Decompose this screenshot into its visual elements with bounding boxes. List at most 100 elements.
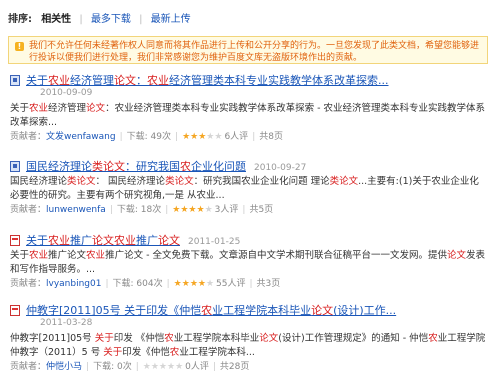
rating-stars: ★★★★★	[182, 131, 222, 144]
star-icon: ★	[204, 205, 213, 215]
snippet-segment: 农业	[29, 250, 49, 261]
sort-newest[interactable]: 最新上传	[151, 14, 191, 25]
snippet-segment: 经济管理	[48, 103, 87, 114]
sort-relevance[interactable]: 相关性	[41, 14, 71, 25]
result-date: 2011-01-25	[188, 237, 241, 247]
result-snippet: 仲教字[2011]05号 关于印发 《仲恺农业工程学院本科毕业论文(设计)工作管…	[10, 332, 488, 360]
title-segment: 农	[180, 160, 191, 173]
meta-separator: |	[249, 279, 253, 289]
title-segment: ：研究我国	[125, 160, 180, 173]
title-segment: 仲教字[2011]05号 关于印发《仲恺	[26, 304, 202, 317]
snippet-segment: 关于	[103, 347, 123, 358]
snippet-segment: 推广论文	[48, 250, 87, 261]
title-segment: 农业	[114, 234, 136, 247]
meta-separator: |	[86, 362, 90, 372]
title-segment: 论文	[114, 74, 136, 87]
sort-most-downloads[interactable]: 最多下载	[91, 14, 131, 25]
result-title-link[interactable]: 国民经济理论类论文：研究我国农企业化问题	[26, 160, 246, 173]
title-segment: 论文	[158, 234, 180, 247]
result-date: 2010-09-27	[254, 163, 307, 173]
rating-count: 3人评	[214, 205, 239, 215]
warning-icon: !	[15, 42, 24, 51]
sort-bar: 排序: 相关性 | 最多下载 | 最新上传	[8, 13, 191, 27]
uploader-link[interactable]: 仲恺小马	[46, 362, 82, 372]
uploader-label: 贡献者：	[10, 362, 47, 372]
snippet-segment: 业工程学院本科...	[179, 347, 255, 358]
snippet-segment: (设计)工作管理规定》的通知 - 仲恺	[278, 333, 429, 344]
copyright-notice: ! 我们不允许任何未经著作权人同意而将其作品进行上传和公开分享的行为。一旦您发现…	[8, 36, 488, 64]
search-result: 仲教字[2011]05号 关于印发《仲恺农业工程学院本科毕业论文(设计)工作..…	[10, 304, 490, 374]
star-icon: ★	[196, 205, 205, 215]
rating-count: 55人评	[216, 279, 246, 289]
star-icon: ★	[182, 132, 191, 142]
title-segment: 论文	[311, 304, 334, 317]
uploader-link[interactable]: lunwenwenfa	[46, 205, 106, 215]
title-segment: 农业	[48, 234, 70, 247]
star-icon: ★	[205, 279, 215, 289]
snippet-segment: 论文	[86, 103, 106, 114]
meta-separator: |	[252, 132, 256, 142]
page-count: 共3页	[256, 279, 281, 289]
result-title-link[interactable]: 关于农业推广论文农业推广论文	[26, 234, 180, 247]
snippet-segment: 农	[428, 333, 438, 344]
result-title-link[interactable]: 关于农业经济管理论文：农业经济管理类本科专业实践教学体系改革探索...	[26, 74, 389, 87]
rating-count: 6人评	[224, 132, 249, 142]
title-segment: 农业	[147, 74, 169, 87]
sort-separator: |	[139, 14, 143, 25]
star-icon: ★	[190, 132, 199, 142]
snippet-segment: 关于	[10, 103, 30, 114]
snippet-segment: 国民经济理论	[10, 176, 68, 187]
uploader-link[interactable]: lvyanbing01	[46, 279, 101, 289]
search-result: 关于农业推广论文农业推广论文 2011-01-25 关于农业推广论文农业推广论文 -…	[10, 234, 490, 291]
rating-stars: ★★★★★	[172, 204, 212, 217]
ppt-file-icon	[10, 75, 20, 86]
meta-separator: |	[212, 362, 216, 372]
snippet-segment: 推广论文 - 全文免费下载。文章源自中文学术期刊联合征稿平台一一文发网。提供	[105, 250, 448, 261]
sort-label: 排序:	[8, 14, 32, 25]
star-icon: ★	[158, 362, 167, 372]
result-snippet: 关于农业经济管理论文：农业经济管理类本科专业实践教学体系改革探索 - 农业经济管…	[10, 102, 488, 130]
title-segment: 类	[92, 160, 103, 173]
snippet-segment: 类论文	[329, 176, 359, 187]
result-title-row: 仲教字[2011]05号 关于印发《仲恺农业工程学院本科毕业论文(设计)工作..…	[10, 304, 490, 330]
snippet-segment: ：研究我国农业企业化问题 理论	[193, 176, 330, 187]
title-segment: 论文	[103, 160, 125, 173]
snippet-segment: 业工程学院本科毕业	[173, 333, 260, 344]
snippet-segment: 印发 《仲恺	[113, 333, 165, 344]
title-segment: 国民经济理论	[26, 160, 92, 173]
result-meta: 贡献者：lunwenwenfa | 下载: 18次 | ★★★★★ 3人评 | 共5页	[10, 204, 490, 217]
result-title-row: 国民经济理论类论文：研究我国农企业化问题 2010-09-27	[10, 160, 490, 173]
title-segment: 论文	[92, 234, 114, 247]
meta-separator: |	[242, 205, 246, 215]
title-segment: (设计)工作...	[333, 304, 397, 317]
star-icon: ★	[189, 279, 198, 289]
meta-separator: |	[109, 205, 113, 215]
snippet-segment: 论文	[259, 333, 279, 344]
meta-separator: |	[175, 132, 179, 142]
uploader-link[interactable]: 文发wenfawang	[46, 132, 116, 142]
download-count: 下载: 18次	[116, 205, 162, 215]
page-count: 共28页	[219, 362, 250, 372]
rating-stars: ★★★★★	[174, 278, 214, 291]
title-segment: 农业	[48, 74, 70, 87]
star-icon: ★	[173, 279, 182, 289]
rating-stars: ★★★★★	[143, 361, 183, 374]
result-snippet: 国民经济理论类论文： 国民经济理论类论文：研究我国农业企业化问题 理论类论文..…	[10, 175, 488, 203]
star-icon: ★	[181, 279, 190, 289]
result-date: 2011-03-28	[40, 318, 93, 328]
meta-separator: |	[166, 279, 170, 289]
meta-separator: |	[119, 132, 123, 142]
title-segment: 推广	[136, 234, 158, 247]
result-title-link[interactable]: 仲教字[2011]05号 关于印发《仲恺农业工程学院本科毕业论文(设计)工作..…	[26, 304, 396, 317]
pdf-file-icon	[10, 305, 20, 316]
search-result: 国民经济理论类论文：研究我国农企业化问题 2010-09-27 国民经济理论类论文：…	[10, 160, 490, 217]
result-meta: 贡献者：lvyanbing01 | 下载: 604次 | ★★★★★ 55人评 | 共3页	[10, 278, 490, 291]
star-icon: ★	[175, 362, 184, 372]
sort-separator: |	[79, 14, 83, 25]
meta-separator: |	[165, 205, 169, 215]
breadcrumb	[0, 0, 204, 5]
star-icon: ★	[214, 132, 223, 142]
title-segment: 经济管理	[70, 74, 114, 87]
rating-count: 0人评	[185, 362, 209, 372]
result-title-row: 关于农业经济管理论文：农业经济管理类本科专业实践教学体系改革探索... 2010-…	[10, 74, 490, 100]
